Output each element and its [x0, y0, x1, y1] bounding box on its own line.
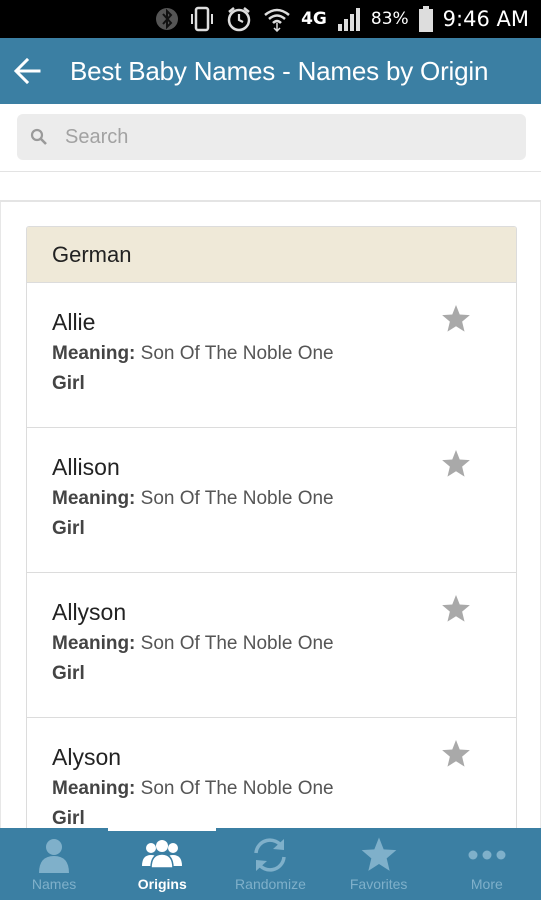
meaning-label: Meaning:: [52, 633, 136, 654]
bluetooth-icon: [155, 6, 179, 32]
nav-origins[interactable]: Origins: [108, 828, 217, 900]
vibrate-icon: [189, 6, 215, 32]
status-bar: 4G 83% 9:46 AM: [0, 0, 541, 38]
meaning-label: Meaning:: [52, 778, 136, 799]
signal-icon: [337, 6, 361, 32]
refresh-icon: [248, 832, 292, 878]
nav-label: More: [470, 876, 503, 892]
network-4g-indicator: 4G: [301, 6, 327, 32]
alarm-icon: [225, 6, 253, 32]
meaning-value: Son Of The Noble One: [140, 778, 334, 799]
meaning-value: Son Of The Noble One: [140, 343, 334, 364]
meaning-value: Son Of The Noble One: [140, 633, 334, 654]
origin-group-header: German: [27, 227, 516, 283]
name-gender: Girl: [52, 663, 85, 684]
list-item[interactable]: Allyson Meaning: Son Of The Noble One Gi…: [27, 573, 516, 718]
list-item[interactable]: Allison Meaning: Son Of The Noble One Gi…: [27, 428, 516, 573]
clock: 9:46 AM: [442, 7, 529, 31]
page-title: Best Baby Names - Names by Origin: [70, 55, 489, 86]
name-meaning: Meaning: Son Of The Noble One: [52, 485, 516, 512]
nav-label: Origins: [137, 876, 187, 892]
list-item[interactable]: Alyson Meaning: Son Of The Noble One Gir…: [27, 718, 516, 828]
back-button[interactable]: [2, 38, 52, 104]
more-icon: [467, 832, 507, 878]
name-meaning: Meaning: Son Of The Noble One: [52, 775, 516, 802]
battery-percent: 83%: [370, 9, 409, 29]
content-area: German Allie Meaning: Son Of The Noble O…: [0, 200, 541, 828]
name-gender: Girl: [52, 518, 85, 539]
nav-randomize[interactable]: Randomize: [216, 828, 324, 900]
nav-favorites[interactable]: Favorites: [325, 828, 433, 900]
names-list: German Allie Meaning: Son Of The Noble O…: [26, 226, 517, 828]
name-meaning: Meaning: Son Of The Noble One: [52, 340, 516, 367]
person-icon: [35, 832, 73, 878]
list-item[interactable]: Allie Meaning: Son Of The Noble One Girl: [27, 283, 516, 428]
meaning-label: Meaning:: [52, 488, 136, 509]
name-meaning: Meaning: Son Of The Noble One: [52, 630, 516, 657]
nav-more[interactable]: More: [433, 828, 541, 900]
star-icon: [359, 832, 399, 878]
bottom-nav: Names Origins Randomize Favorites More: [0, 828, 541, 900]
search-input[interactable]: [65, 125, 485, 149]
meaning-value: Son Of The Noble One: [140, 488, 334, 509]
battery-icon: [418, 6, 433, 32]
wifi-icon: [263, 6, 291, 32]
favorite-star-icon[interactable]: [440, 448, 472, 480]
search-bar-container: [0, 104, 541, 172]
app-bar: Best Baby Names - Names by Origin: [0, 38, 541, 104]
favorite-star-icon[interactable]: [440, 593, 472, 625]
nav-label: Favorites: [349, 876, 408, 892]
name-gender: Girl: [52, 808, 85, 828]
favorite-star-icon[interactable]: [440, 303, 472, 335]
nav-names[interactable]: Names: [0, 828, 108, 900]
meaning-label: Meaning:: [52, 343, 136, 364]
nav-label: Names: [31, 876, 77, 892]
favorite-star-icon[interactable]: [440, 738, 472, 770]
name-gender: Girl: [52, 373, 85, 394]
search-icon: [17, 128, 61, 146]
group-icon: [140, 832, 184, 878]
nav-label: Randomize: [235, 876, 306, 892]
search-box[interactable]: [17, 114, 526, 160]
network-label: 4G: [301, 9, 327, 29]
arrow-left-icon: [13, 57, 41, 85]
